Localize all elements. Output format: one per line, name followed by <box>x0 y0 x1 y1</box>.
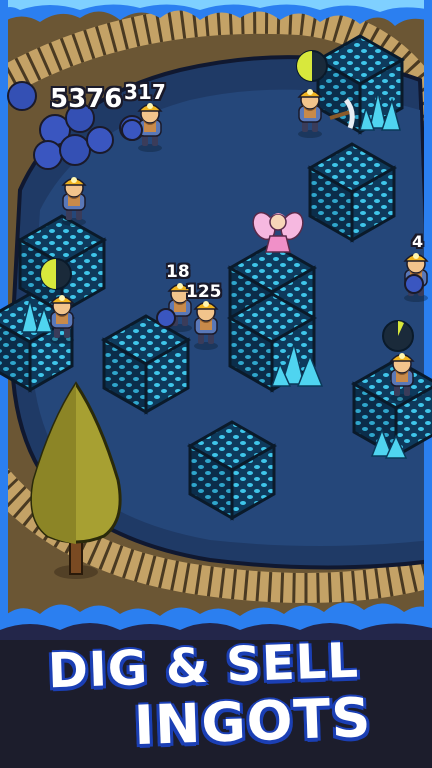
miner-count-b: 125 <box>186 282 222 302</box>
collect-secondary: 317 <box>124 80 166 104</box>
miner-count-a: 18 <box>166 262 190 282</box>
timer-icon <box>296 50 328 82</box>
edge-count: 4 <box>412 232 424 251</box>
timer-icon <box>40 258 72 290</box>
collect-total: 5376 <box>50 84 123 114</box>
game-screen: 5376 317 18 125 4 DIG & SELL INGOTS <box>0 0 432 768</box>
promo-line-2: INGOTS <box>132 685 373 758</box>
timer-icon <box>382 320 414 352</box>
